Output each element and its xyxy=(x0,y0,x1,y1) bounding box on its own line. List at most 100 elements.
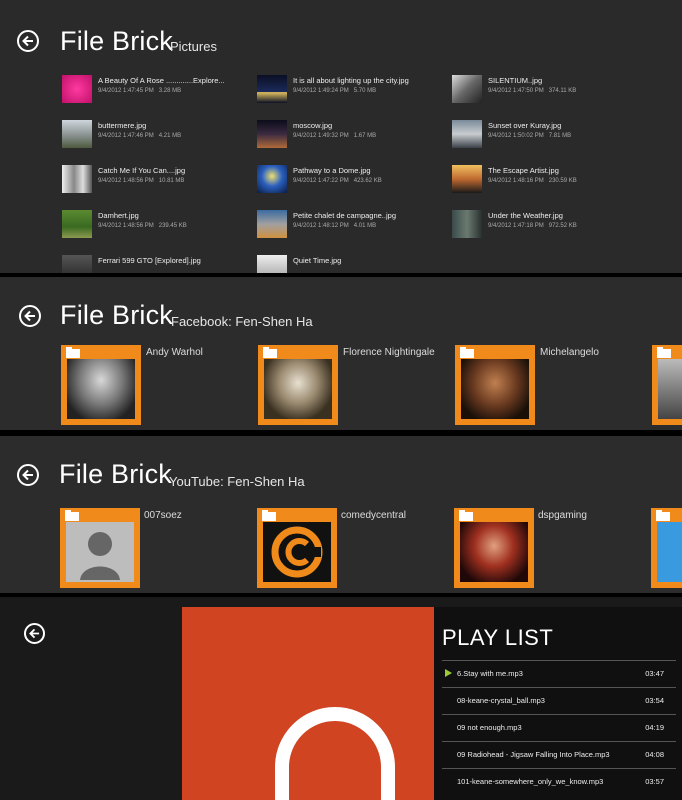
comedy-central-logo-icon xyxy=(271,526,323,578)
facebook-panel: File Brick Facebook: Fen-Shen Ha Andy Wa… xyxy=(0,277,682,430)
arrow-left-icon xyxy=(22,35,33,47)
file-name: It is all about lighting up the city.jpg xyxy=(293,76,409,85)
app-title: File Brick xyxy=(60,300,174,330)
location-subtitle: YouTube: Fen-Shen Ha xyxy=(169,474,305,489)
file-item[interactable]: Catch Me If You Can....jpg 9/4/2012 1:48… xyxy=(62,162,252,196)
track-row[interactable]: 08-keane-crystal_ball.mp3 03:54 xyxy=(442,687,676,714)
play-indicator-icon xyxy=(445,669,452,677)
file-name: Quiet Time.jpg xyxy=(293,256,342,265)
file-thumbnail xyxy=(257,210,287,238)
track-title: 101-keane-somewhere_only_we_know.mp3 xyxy=(457,777,604,786)
file-thumbnail xyxy=(62,210,92,238)
file-meta: 9/4/2012 1:50:02 PM 7.81 MB xyxy=(488,133,572,139)
file-item[interactable]: Ferrari 599 GTO [Explored].jpg xyxy=(62,252,252,273)
headphones-icon xyxy=(275,707,395,800)
location-subtitle: Pictures xyxy=(170,39,217,54)
file-meta: 9/4/2012 1:49:32 PM 1.67 MB xyxy=(293,133,377,139)
track-duration: 04:19 xyxy=(645,723,664,732)
file-item[interactable]: Petite chalet de campagne..jpg 9/4/2012 … xyxy=(257,207,447,241)
folder-icon xyxy=(656,510,670,521)
friend-name: Andy Warhol xyxy=(146,347,203,358)
back-button[interactable] xyxy=(24,623,45,644)
file-meta: 9/4/2012 1:47:50 PM 374.11 KB xyxy=(488,88,577,94)
track-duration: 03:54 xyxy=(645,696,664,705)
track-title: 08-keane-crystal_ball.mp3 xyxy=(457,696,545,705)
folder-icon xyxy=(263,347,277,358)
channel-tile[interactable] xyxy=(454,508,534,588)
arrow-left-icon xyxy=(22,469,33,481)
track-row[interactable]: 101-keane-somewhere_only_we_know.mp3 03:… xyxy=(442,768,676,795)
youtube-panel: File Brick YouTube: Fen-Shen Ha 007soez … xyxy=(0,436,682,593)
file-item[interactable]: A Beauty Of A Rose .............Explore.… xyxy=(62,72,252,106)
file-thumbnail xyxy=(257,75,287,103)
file-thumbnail xyxy=(452,165,482,193)
file-thumbnail xyxy=(257,255,287,273)
file-meta: 9/4/2012 1:47:45 PM 3.28 MB xyxy=(98,88,182,94)
channel-tile[interactable] xyxy=(257,508,337,588)
file-meta: 9/4/2012 1:47:22 PM 423.62 KB xyxy=(293,178,382,184)
file-item[interactable]: Pathway to a Dome.jpg 9/4/2012 1:47:22 P… xyxy=(257,162,447,196)
folder-icon xyxy=(65,510,79,521)
file-item[interactable]: buttermere.jpg 9/4/2012 1:47:46 PM 4.21 … xyxy=(62,117,252,151)
track-title: 09 Radiohead - Jigsaw Falling Into Place… xyxy=(457,750,610,759)
track-row[interactable]: 09 not enough.mp3 04:19 xyxy=(442,714,676,741)
file-meta: 9/4/2012 1:47:46 PM 4.21 MB xyxy=(98,133,182,139)
file-item[interactable]: Quiet Time.jpg xyxy=(257,252,447,273)
profile-photo xyxy=(67,359,135,419)
location-subtitle: Facebook: Fen-Shen Ha xyxy=(171,314,313,329)
channel-logo xyxy=(657,522,682,582)
file-item[interactable]: It is all about lighting up the city.jpg… xyxy=(257,72,447,106)
channel-logo xyxy=(263,522,331,582)
file-name: Ferrari 599 GTO [Explored].jpg xyxy=(98,256,201,265)
app-title: File Brick xyxy=(60,26,174,56)
friend-tile[interactable] xyxy=(258,345,338,425)
profile-photo xyxy=(658,359,682,419)
back-button[interactable] xyxy=(17,30,39,52)
friend-tile[interactable] xyxy=(455,345,535,425)
file-meta: 9/4/2012 1:48:12 PM 4.01 MB xyxy=(293,223,377,229)
file-item[interactable]: Damhert.jpg 9/4/2012 1:48:56 PM 239.45 K… xyxy=(62,207,252,241)
file-name: The Escape Artist.jpg xyxy=(488,166,559,175)
channel-name: dspgaming xyxy=(538,510,587,521)
file-item[interactable]: Under the Weather.jpg 9/4/2012 1:47:18 P… xyxy=(452,207,642,241)
back-button[interactable] xyxy=(17,464,39,486)
folder-icon xyxy=(459,510,473,521)
music-player-panel: PLAY LIST 6.Stay with me.mp3 03:47 08-ke… xyxy=(0,597,682,800)
file-meta: 9/4/2012 1:48:56 PM 10.81 MB xyxy=(98,178,185,184)
friend-tile[interactable] xyxy=(652,345,682,425)
file-name: buttermere.jpg xyxy=(98,121,147,130)
friend-tile[interactable] xyxy=(61,345,141,425)
channel-name: 007soez xyxy=(144,510,182,521)
file-name: moscow.jpg xyxy=(293,121,333,130)
file-item[interactable]: SILENTIUM..jpg 9/4/2012 1:47:50 PM 374.1… xyxy=(452,72,642,106)
track-row[interactable]: 09 Radiohead - Jigsaw Falling Into Place… xyxy=(442,741,676,768)
track-duration: 03:57 xyxy=(645,777,664,786)
folder-icon xyxy=(66,347,80,358)
folder-icon xyxy=(460,347,474,358)
user-silhouette-icon xyxy=(80,532,120,580)
arrow-left-icon xyxy=(24,310,35,322)
file-item[interactable]: moscow.jpg 9/4/2012 1:49:32 PM 1.67 MB xyxy=(257,117,447,151)
file-item[interactable]: Sunset over Kuray.jpg 9/4/2012 1:50:02 P… xyxy=(452,117,642,151)
folder-icon xyxy=(262,510,276,521)
file-meta: 9/4/2012 1:48:56 PM 239.45 KB xyxy=(98,223,187,229)
file-name: Catch Me If You Can....jpg xyxy=(98,166,186,175)
track-row-playing[interactable]: 6.Stay with me.mp3 03:47 xyxy=(442,660,676,687)
file-name: Sunset over Kuray.jpg xyxy=(488,121,562,130)
file-thumbnail xyxy=(62,255,92,273)
file-meta: 9/4/2012 1:48:16 PM 230.59 KB xyxy=(488,178,577,184)
arrow-left-icon xyxy=(29,628,40,639)
channel-tile[interactable] xyxy=(651,508,682,588)
file-thumbnail xyxy=(62,165,92,193)
file-meta: 9/4/2012 1:47:18 PM 972.52 KB xyxy=(488,223,577,229)
file-name: SILENTIUM..jpg xyxy=(488,76,543,85)
file-name: Under the Weather.jpg xyxy=(488,211,563,220)
track-duration: 03:47 xyxy=(645,669,664,678)
back-button[interactable] xyxy=(19,305,41,327)
file-thumbnail xyxy=(257,120,287,148)
track-title: 6.Stay with me.mp3 xyxy=(457,669,523,678)
channel-tile[interactable] xyxy=(60,508,140,588)
track-title: 09 not enough.mp3 xyxy=(457,723,522,732)
file-thumbnail xyxy=(452,120,482,148)
file-item[interactable]: The Escape Artist.jpg 9/4/2012 1:48:16 P… xyxy=(452,162,642,196)
